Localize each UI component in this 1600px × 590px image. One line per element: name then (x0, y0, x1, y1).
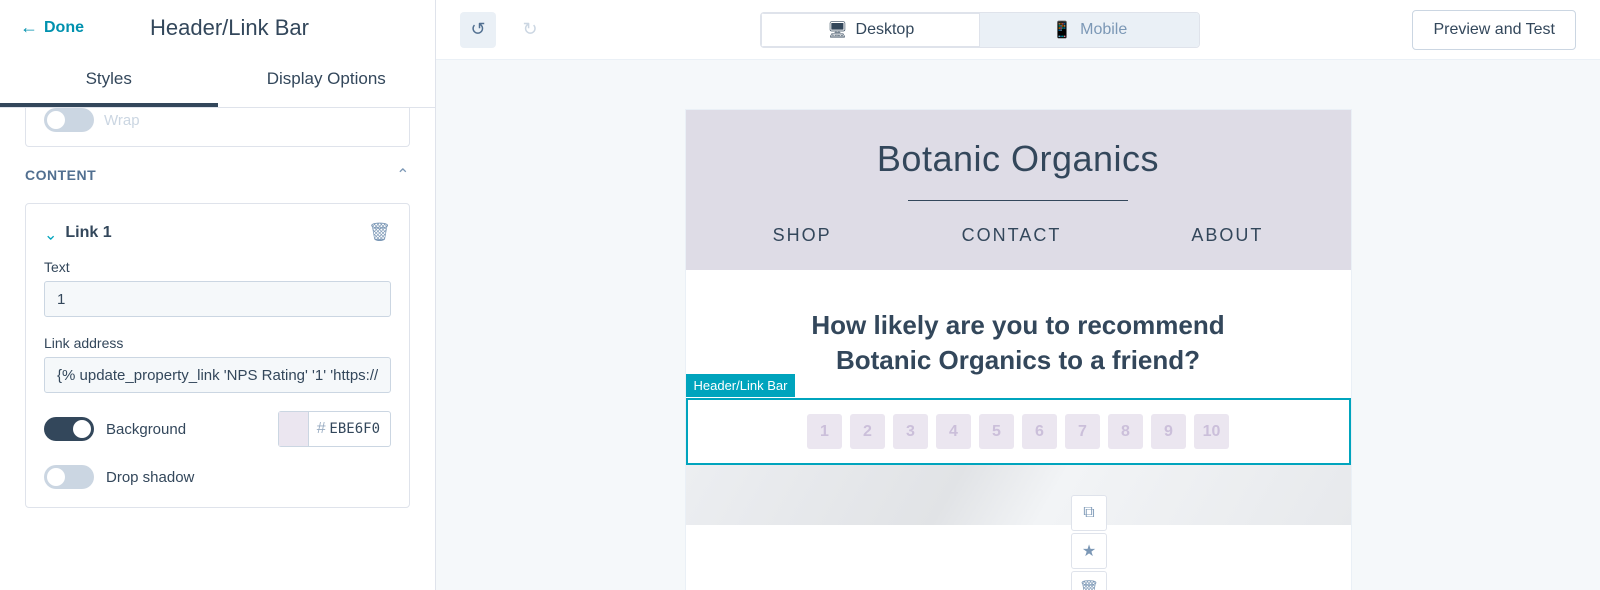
header-nav: SHOP CONTACT ABOUT (706, 225, 1331, 246)
hash-symbol: # (309, 420, 330, 438)
done-button[interactable]: ← Done (20, 17, 84, 38)
wrap-toggle[interactable] (44, 108, 94, 132)
block-tools: ⧉ ★ 🗑 (1071, 495, 1107, 590)
redo-icon: ↻ (522, 19, 537, 40)
content-section-title: CONTENT (25, 167, 96, 183)
chevron-up-icon: ⌃ (396, 165, 410, 185)
redo-button[interactable]: ↻ (512, 12, 548, 48)
nps-button-9[interactable]: 9 (1151, 414, 1186, 449)
brand-name: Botanic Organics (706, 138, 1331, 180)
link1-card: ⌃ Link 1 🗑 Text Link address Background … (25, 203, 410, 508)
background-toggle[interactable] (44, 417, 94, 441)
favorite-button[interactable]: ★ (1071, 533, 1107, 569)
block-selection-label: Header/Link Bar (686, 374, 796, 397)
nav-about[interactable]: ABOUT (1191, 225, 1263, 246)
drop-shadow-toggle[interactable] (44, 465, 94, 489)
arrow-left-icon: ← (20, 17, 38, 38)
drop-shadow-label: Drop shadow (106, 469, 391, 486)
nps-button-1[interactable]: 1 (807, 414, 842, 449)
done-label: Done (44, 19, 84, 37)
nps-button-3[interactable]: 3 (893, 414, 928, 449)
text-field-label: Text (44, 259, 391, 275)
email-canvas: Botanic Organics SHOP CONTACT ABOUT How … (686, 110, 1351, 590)
nps-button-8[interactable]: 8 (1108, 414, 1143, 449)
nav-contact[interactable]: CONTACT (962, 225, 1062, 246)
trash-icon[interactable]: 🗑 (368, 222, 391, 243)
nps-button-7[interactable]: 7 (1065, 414, 1100, 449)
tab-styles[interactable]: Styles (0, 55, 218, 107)
nps-button-10[interactable]: 10 (1194, 414, 1229, 449)
email-header[interactable]: Botanic Organics SHOP CONTACT ABOUT (686, 110, 1351, 270)
nps-button-5[interactable]: 5 (979, 414, 1014, 449)
question-line1: How likely are you to recommend (811, 310, 1224, 340)
panel-title: Header/Link Bar (84, 15, 415, 41)
question-line2: Botanic Organics to a friend? (836, 345, 1200, 375)
link1-title: Link 1 (65, 224, 360, 242)
undo-icon: ↺ (470, 19, 485, 40)
color-swatch (279, 412, 309, 446)
image-block[interactable] (686, 465, 1351, 525)
nps-button-6[interactable]: 6 (1022, 414, 1057, 449)
link-address-input[interactable] (44, 357, 391, 393)
divider (908, 200, 1128, 201)
link-address-label: Link address (44, 335, 391, 351)
background-label: Background (106, 421, 266, 438)
nps-button-4[interactable]: 4 (936, 414, 971, 449)
device-mobile-tab[interactable]: 📱 Mobile (980, 13, 1199, 47)
header-link-bar-block[interactable]: Header/Link Bar 1 2 3 4 5 6 7 8 9 10 (686, 398, 1351, 465)
wrap-option-row: Wrap (25, 108, 410, 147)
desktop-icon: 🖥 (827, 20, 847, 40)
mobile-label: Mobile (1080, 21, 1127, 39)
link-text-input[interactable] (44, 281, 391, 317)
undo-button[interactable]: ↺ (460, 12, 496, 48)
content-section-header[interactable]: CONTENT ⌃ (25, 165, 410, 185)
editor-panel: ← Done Header/Link Bar Styles Display Op… (0, 0, 436, 590)
star-icon: ★ (1082, 541, 1096, 561)
preview-and-test-button[interactable]: Preview and Test (1412, 10, 1576, 50)
desktop-label: Desktop (856, 21, 915, 39)
wrap-label: Wrap (104, 112, 140, 129)
tab-display-options[interactable]: Display Options (218, 55, 436, 107)
background-color-picker[interactable]: # EBE6F0 (278, 411, 391, 447)
chevron-down-icon[interactable]: ⌃ (44, 223, 57, 243)
mobile-icon: 📱 (1052, 20, 1072, 40)
trash-icon: 🗑 (1079, 579, 1099, 590)
preview-area: ↺ ↻ 🖥 Desktop 📱 Mobile Preview and Test … (436, 0, 1600, 590)
color-hex-value: EBE6F0 (329, 421, 390, 437)
clone-button[interactable]: ⧉ (1071, 495, 1107, 531)
clone-icon: ⧉ (1083, 504, 1094, 522)
nav-shop[interactable]: SHOP (773, 225, 832, 246)
device-desktop-tab[interactable]: 🖥 Desktop (761, 13, 980, 47)
delete-button[interactable]: 🗑 (1071, 571, 1107, 590)
nps-button-2[interactable]: 2 (850, 414, 885, 449)
